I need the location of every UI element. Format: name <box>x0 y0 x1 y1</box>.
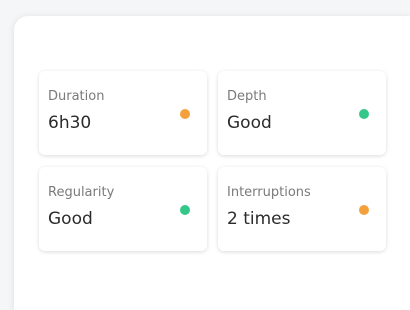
metric-card-regularity[interactable]: Regularity Good <box>39 167 207 251</box>
metric-label: Duration <box>48 89 105 104</box>
metric-value: 2 times <box>227 209 291 229</box>
sleep-metrics-panel <box>14 16 410 310</box>
metric-label: Regularity <box>48 185 115 200</box>
status-dot-icon <box>359 109 369 119</box>
metric-card-interruptions[interactable]: Interruptions 2 times <box>218 167 386 251</box>
metric-card-duration[interactable]: Duration 6h30 <box>39 71 207 155</box>
status-dot-icon <box>180 109 190 119</box>
status-dot-icon <box>180 205 190 215</box>
metric-value: 6h30 <box>48 113 92 133</box>
metric-card-depth[interactable]: Depth Good <box>218 71 386 155</box>
metric-value: Good <box>227 113 272 133</box>
status-dot-icon <box>359 205 369 215</box>
metric-label: Interruptions <box>227 185 311 200</box>
metric-value: Good <box>48 209 93 229</box>
metric-label: Depth <box>227 89 267 104</box>
